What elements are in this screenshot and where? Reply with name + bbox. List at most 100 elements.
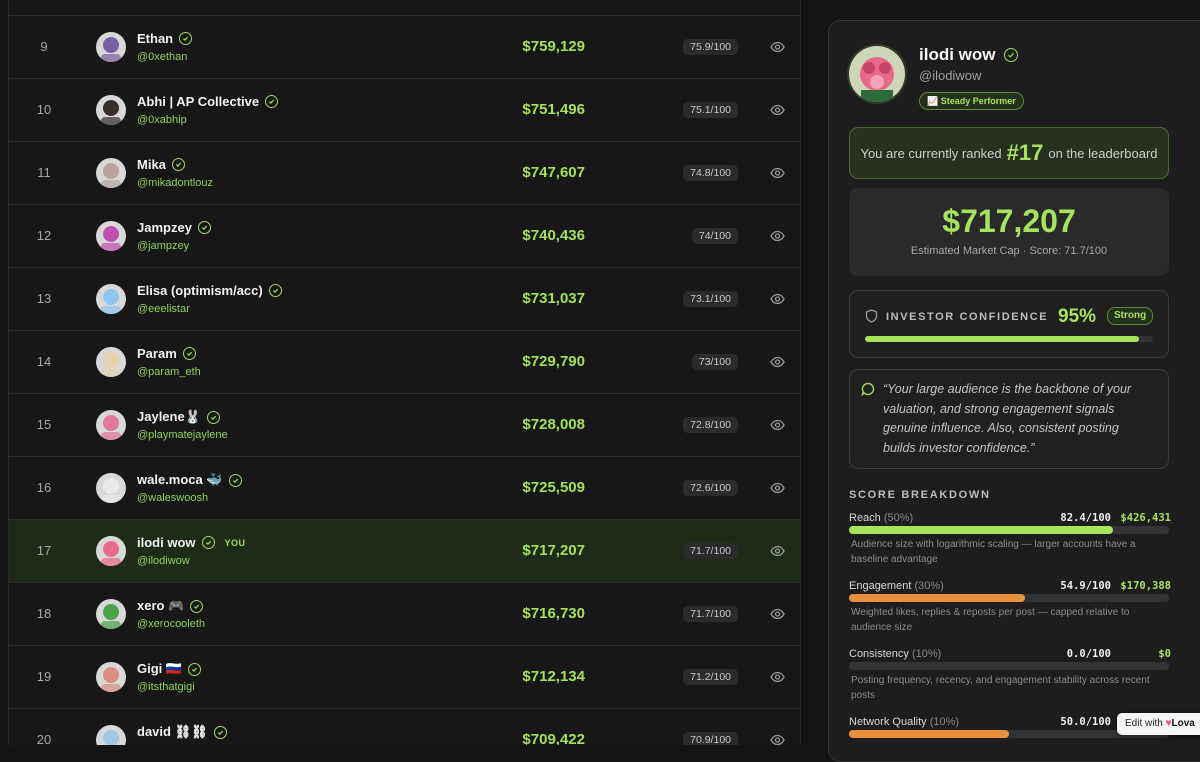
eye-icon[interactable] xyxy=(770,229,785,247)
metric-score: 50.0/100 xyxy=(1060,716,1111,728)
user-name[interactable]: Gigi 🇷🇺 xyxy=(137,661,202,677)
avatar xyxy=(96,95,126,125)
user-handle[interactable]: @0xethan xyxy=(137,51,187,63)
user-handle[interactable]: @0xabhip xyxy=(137,114,187,126)
user-handle[interactable]: @waleswoosh xyxy=(137,492,208,504)
user-name[interactable]: Param xyxy=(137,346,196,361)
rank-number: 10 xyxy=(36,102,52,117)
confidence-percent: 95% xyxy=(1058,306,1097,327)
avatar xyxy=(96,536,126,566)
eye-icon[interactable] xyxy=(770,544,785,562)
metric-weight: (10%) xyxy=(911,648,942,660)
avatar xyxy=(96,473,126,503)
score-badge: 74.8/100 xyxy=(683,165,738,181)
eye-icon[interactable] xyxy=(770,733,785,745)
edit-with-lovable-button[interactable]: Edit with ♥Lova xyxy=(1117,713,1200,735)
verified-icon xyxy=(213,725,227,739)
eye-icon[interactable] xyxy=(770,292,785,310)
user-handle[interactable]: @mikadontlouz xyxy=(137,177,213,189)
chat-bubble-icon xyxy=(861,382,875,401)
eye-icon[interactable] xyxy=(770,103,785,121)
avatar xyxy=(96,32,126,62)
you-tag: YOU xyxy=(224,537,246,548)
market-cap-value: $731,037 xyxy=(522,290,585,307)
user-name[interactable]: Mika xyxy=(137,157,185,172)
metric-score: 54.9/100 xyxy=(1060,580,1111,592)
confidence-bar-fill xyxy=(865,336,1139,342)
verified-icon xyxy=(206,410,220,424)
table-row[interactable]: 16 wale.moca 🐳 @waleswoosh $725,509 72.6/100 xyxy=(9,456,800,519)
market-cap-value: $751,496 xyxy=(522,101,585,118)
metric-bar xyxy=(849,526,1169,534)
table-row[interactable]: 20 david ⛓⛓ $709,422 70.9/100 xyxy=(9,708,800,745)
table-row[interactable]: 18 xero 🎮 @xerocooleth $716,730 71.7/100 xyxy=(9,582,800,645)
metric-bar xyxy=(849,662,1169,670)
user-handle[interactable]: @playmatejaylene xyxy=(137,429,228,441)
user-name[interactable]: Jampzey xyxy=(137,220,211,235)
avatar xyxy=(96,725,126,745)
market-cap-box: $717,207 Estimated Market Cap · Score: 7… xyxy=(849,188,1169,276)
user-name[interactable]: ilodi wow YOU xyxy=(137,535,246,550)
user-handle[interactable]: @itsthatgigi xyxy=(137,681,195,693)
market-cap-subtitle: Estimated Market Cap · Score: 71.7/100 xyxy=(910,245,1108,257)
eye-icon[interactable] xyxy=(770,670,785,688)
rank-number: 16 xyxy=(36,480,52,495)
market-cap-value: $725,509 xyxy=(522,479,585,496)
user-name[interactable]: wale.moca 🐳 xyxy=(137,472,242,488)
score-badge: 72.6/100 xyxy=(683,480,738,496)
table-row[interactable]: 14 Param @param_eth $729,790 73/100 xyxy=(9,330,800,393)
metric-bar-fill xyxy=(849,730,1009,738)
user-name[interactable]: Ethan xyxy=(137,31,193,46)
verified-icon xyxy=(197,221,211,234)
user-name[interactable]: xero 🎮 xyxy=(137,598,204,614)
score-badge: 71.7/100 xyxy=(683,543,738,559)
table-row[interactable]: 17 ilodi wow YOU @ilodiwow $717,207 71.7/100 xyxy=(9,519,800,582)
user-handle[interactable]: @xerocooleth xyxy=(137,618,205,630)
user-name-text: ilodi wow xyxy=(137,535,196,550)
rank-number: 14 xyxy=(36,354,52,369)
user-name-text: Mika xyxy=(137,157,166,172)
table-row[interactable]: 13 Elisa (optimism/acc) @eeelistar $731,037… xyxy=(9,267,800,330)
eye-icon[interactable] xyxy=(770,166,785,184)
user-handle[interactable]: @eeelistar xyxy=(137,303,190,315)
user-name-text: Ethan xyxy=(137,31,174,46)
table-row[interactable]: 11 Mika @mikadontlouz $747,607 74.8/100 xyxy=(9,141,800,204)
eye-icon[interactable] xyxy=(770,481,785,499)
table-row[interactable]: 9 Ethan @0xethan $759,129 75.9/100 xyxy=(9,15,800,78)
user-name[interactable]: Jaylene🐰 xyxy=(137,409,220,425)
market-cap-value: $740,436 xyxy=(522,227,585,244)
user-handle[interactable]: @jampzey xyxy=(137,240,189,252)
quote-text: “Your large audience is the backbone of … xyxy=(883,382,1132,455)
table-row[interactable]: 10 Abhi | AP Collective @0xabhip $751,496 75… xyxy=(9,78,800,141)
metric-value: $170,388 xyxy=(1120,580,1171,592)
avatar xyxy=(96,410,126,440)
table-row[interactable]: 19 Gigi 🇷🇺 @itsthatgigi $712,134 71.2/100 xyxy=(9,645,800,708)
user-name[interactable]: Elisa (optimism/acc) xyxy=(137,283,282,298)
market-cap-value: $709,422 xyxy=(522,731,585,745)
user-handle[interactable]: @ilodiwow xyxy=(137,555,190,567)
metric-value: $426,431 xyxy=(1120,512,1171,524)
metric-label: Reach xyxy=(849,512,881,524)
table-row[interactable]: 12 Jampzey @jampzey $740,436 74/100 xyxy=(9,204,800,267)
eye-icon[interactable] xyxy=(770,607,785,625)
rank-number: 11 xyxy=(37,165,51,180)
user-name[interactable]: Abhi | AP Collective xyxy=(137,94,279,109)
user-handle[interactable]: @param_eth xyxy=(137,366,201,378)
rank-number: 15 xyxy=(36,417,52,432)
table-row[interactable]: 15 Jaylene🐰 @playmatejaylene $728,008 72.8/1… xyxy=(9,393,800,456)
eye-icon[interactable] xyxy=(770,418,785,436)
metric-description: Weighted likes, replies & reposts per po… xyxy=(851,607,1130,633)
user-name-text: david ⛓⛓ xyxy=(137,724,208,739)
user-name[interactable]: david ⛓⛓ xyxy=(137,724,227,740)
eye-icon[interactable] xyxy=(770,40,785,58)
user-name-text: Abhi | AP Collective xyxy=(137,94,260,109)
metric-score: 82.4/100 xyxy=(1060,512,1111,524)
avatar xyxy=(96,599,126,629)
score-badge: 74/100 xyxy=(691,228,738,244)
verified-icon xyxy=(188,662,202,676)
avatar xyxy=(96,347,126,377)
eye-icon[interactable] xyxy=(770,355,785,373)
score-badge: 73.1/100 xyxy=(683,291,738,307)
rank-number: 18 xyxy=(36,606,52,621)
metric-name: Consistency (10%) xyxy=(849,648,941,660)
